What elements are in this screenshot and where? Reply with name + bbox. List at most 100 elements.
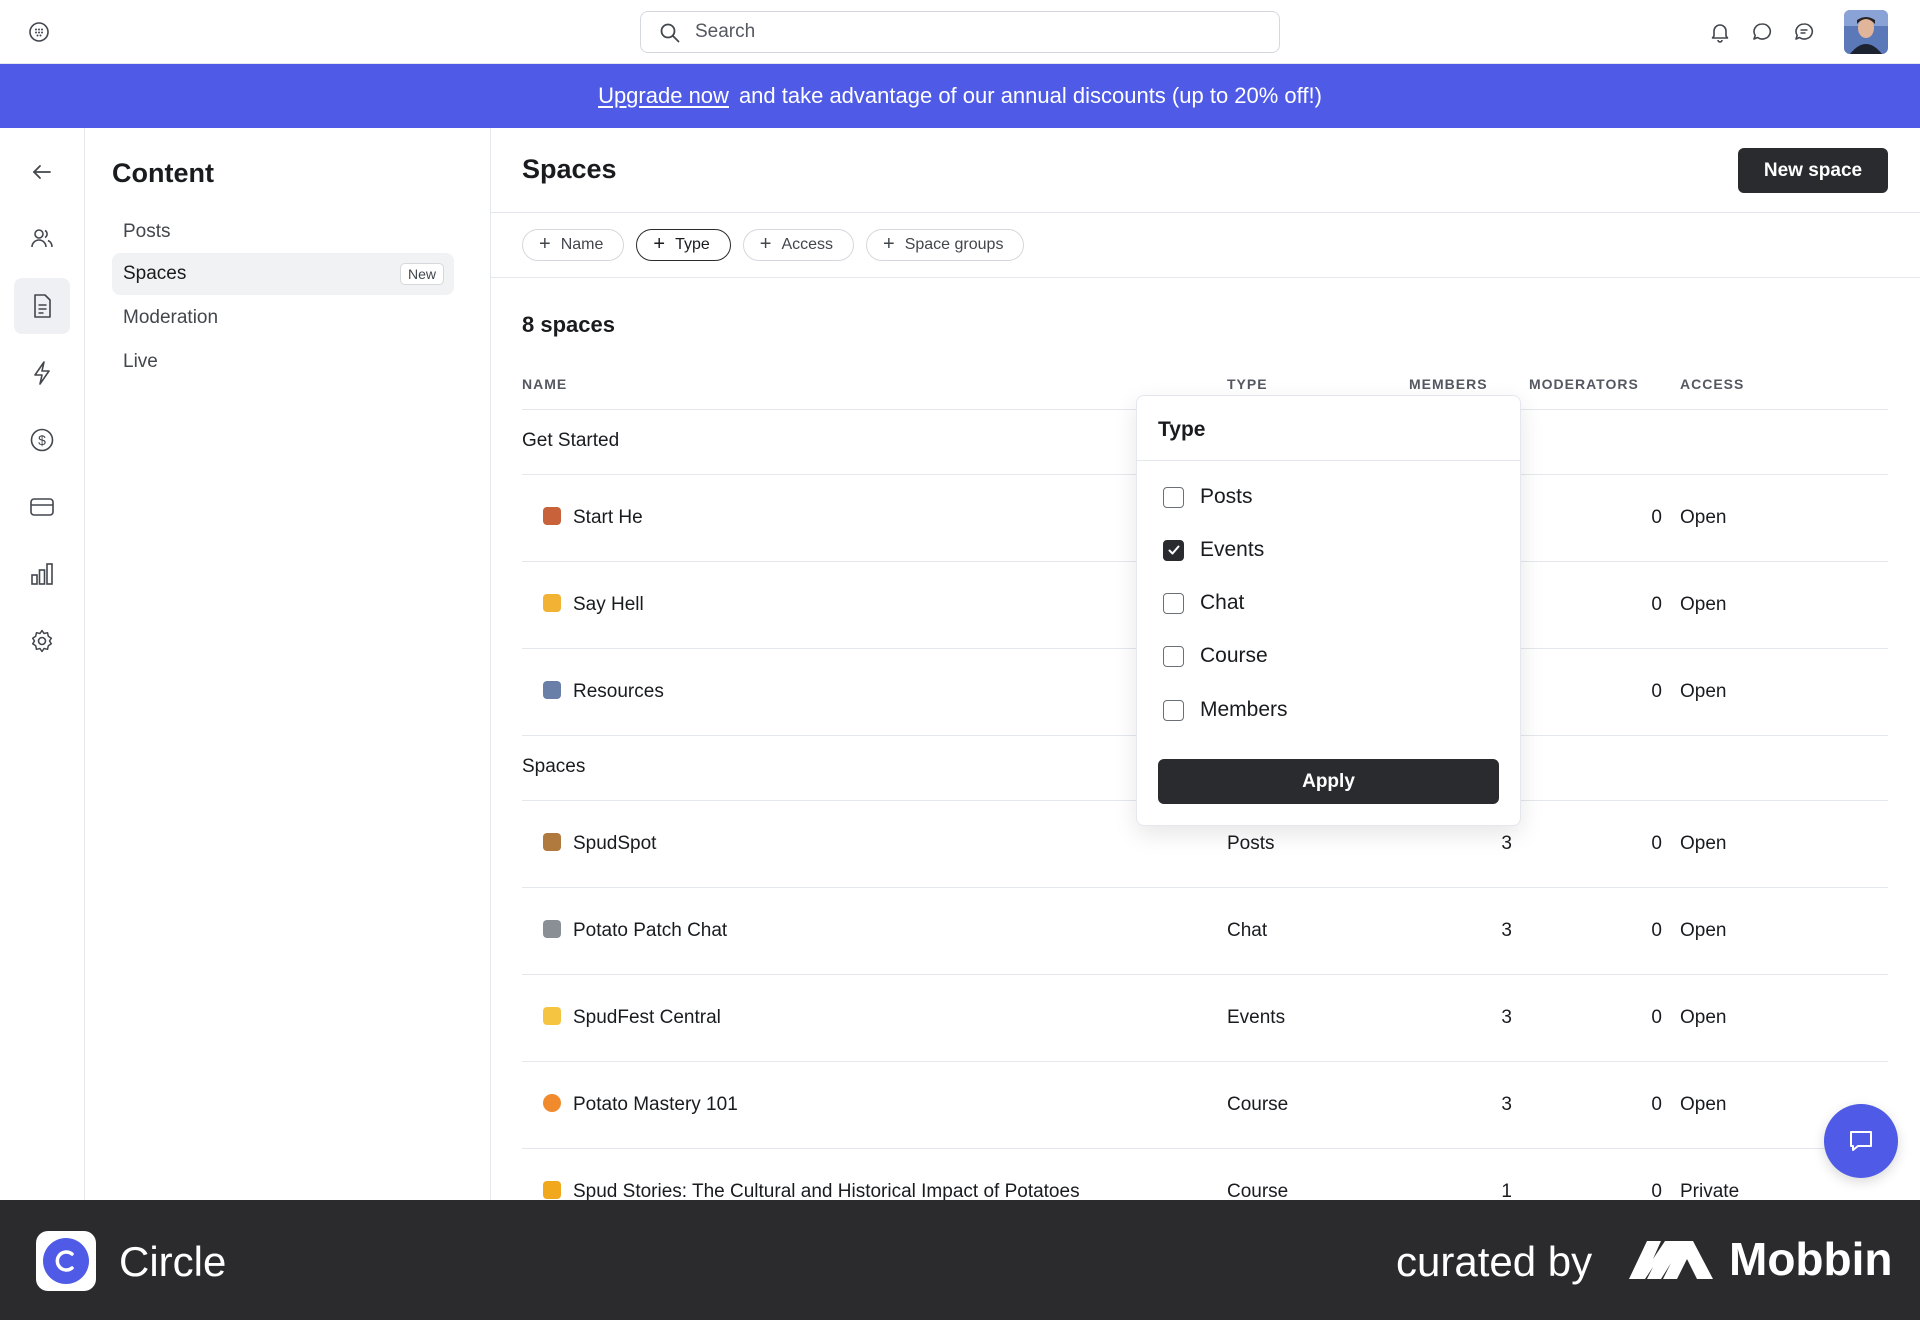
upgrade-link[interactable]: Upgrade now xyxy=(598,83,729,109)
search-box[interactable] xyxy=(640,11,1280,53)
settings-gear-icon[interactable] xyxy=(14,613,70,669)
option-chat[interactable]: Chat xyxy=(1163,591,1244,615)
mobbin-wordmark: Mobbin xyxy=(1729,1233,1893,1285)
new-space-button[interactable]: New space xyxy=(1738,148,1888,193)
option-posts[interactable]: Posts xyxy=(1163,485,1253,509)
messages-icon[interactable] xyxy=(1790,18,1818,46)
column-header-name[interactable]: NAME xyxy=(522,376,567,392)
apply-button[interactable]: Apply xyxy=(1158,759,1499,804)
sparkles-emoji-icon xyxy=(543,1007,561,1025)
chip-label: Access xyxy=(781,236,834,253)
column-header-members[interactable]: MEMBERS xyxy=(1409,376,1488,392)
banner-text: and take advantage of our annual discoun… xyxy=(738,83,1322,108)
option-label: Course xyxy=(1200,644,1268,667)
members-cell: 3 xyxy=(1501,920,1512,941)
filter-space-groups-chip[interactable]: + Space groups xyxy=(866,229,1025,261)
option-members[interactable]: Members xyxy=(1163,698,1288,722)
members-cell: 1 xyxy=(1501,1181,1512,1200)
space-name-cell: Potato Patch Chat xyxy=(543,920,727,942)
house-emoji-icon xyxy=(543,507,561,525)
page-title: Spaces xyxy=(522,154,617,184)
support-chat-button[interactable] xyxy=(1824,1104,1898,1178)
members-cell: 3 xyxy=(1501,1094,1512,1115)
filter-chips: + Name + Type + Access + Space groups xyxy=(522,229,1025,261)
sidebar-item-label: Live xyxy=(123,351,158,372)
space-name-cell: SpudFest Central xyxy=(543,1007,721,1029)
waving-hand-emoji-icon xyxy=(543,594,561,612)
chat-bubble-icon[interactable] xyxy=(1748,18,1776,46)
sidebar-item-label: Posts xyxy=(123,221,171,242)
plus-icon: + xyxy=(759,233,772,255)
table-row[interactable]: Potato Patch Chat Chat 3 0 Open xyxy=(522,888,1888,975)
members-icon[interactable] xyxy=(14,211,70,267)
sidebar-item-live[interactable]: Live xyxy=(112,341,454,383)
group-label: Get Started xyxy=(522,430,620,451)
orange-circle-icon xyxy=(543,1094,561,1112)
filter-access-chip[interactable]: + Access xyxy=(742,229,855,261)
footer: Circle curated by Mobbin xyxy=(0,1200,1920,1320)
access-cell: Open xyxy=(1680,1094,1727,1115)
sidebar-item-spaces[interactable]: Spaces New xyxy=(112,253,454,295)
moderators-cell: 0 xyxy=(1651,681,1662,702)
access-cell: Open xyxy=(1680,833,1727,854)
analytics-chart-icon[interactable] xyxy=(14,546,70,602)
table-row[interactable]: Potato Mastery 101 Course 3 0 Open xyxy=(522,1062,1888,1149)
sidebar-title: Content xyxy=(112,158,214,188)
checkbox-chat[interactable] xyxy=(1163,592,1184,614)
lightning-icon[interactable] xyxy=(14,345,70,401)
back-arrow-icon[interactable] xyxy=(14,144,70,200)
dollar-icon[interactable]: $ xyxy=(14,412,70,468)
sidebar-item-posts[interactable]: Posts xyxy=(112,211,454,253)
chip-label: Type xyxy=(675,236,710,253)
space-name-cell: Start He xyxy=(543,507,643,529)
column-header-access[interactable]: ACCESS xyxy=(1680,376,1744,392)
space-type-cell: Posts xyxy=(1227,833,1275,854)
filter-name-chip[interactable]: + Name xyxy=(522,229,625,261)
checkbox-members[interactable] xyxy=(1163,699,1184,721)
card-icon[interactable] xyxy=(14,479,70,535)
space-type-cell: Chat xyxy=(1227,920,1268,941)
user-avatar[interactable] xyxy=(1844,10,1888,54)
potato-emoji-icon xyxy=(543,833,561,851)
dropdown-title: Type xyxy=(1158,418,1206,441)
community-menu-icon[interactable] xyxy=(28,21,50,43)
space-type-cell: Events xyxy=(1227,1007,1286,1028)
sidebar-item-moderation[interactable]: Moderation xyxy=(112,297,454,339)
checkbox-posts[interactable] xyxy=(1163,486,1184,508)
column-header-type[interactable]: TYPE xyxy=(1227,376,1268,392)
table-row[interactable]: SpudFest Central Events 3 0 Open xyxy=(522,975,1888,1062)
top-actions xyxy=(1706,10,1888,54)
sidebar-item-label: Moderation xyxy=(123,307,219,328)
plus-icon: + xyxy=(539,233,551,255)
svg-text:$: $ xyxy=(38,432,46,448)
table-row[interactable]: Spud Stories: The Cultural and Historica… xyxy=(522,1149,1888,1200)
checkbox-events[interactable] xyxy=(1163,539,1184,561)
spaces-count: 8 spaces xyxy=(522,312,615,337)
top-bar xyxy=(0,0,1920,64)
upgrade-banner: Upgrade now and take advantage of our an… xyxy=(0,64,1920,128)
option-course[interactable]: Course xyxy=(1163,644,1268,668)
orange-square-icon xyxy=(543,1181,561,1199)
access-cell: Open xyxy=(1680,1007,1727,1028)
moderators-cell: 0 xyxy=(1651,833,1662,854)
dropdown-divider xyxy=(1137,460,1520,461)
access-cell: Open xyxy=(1680,920,1727,941)
mobbin-logo: Mobbin xyxy=(1627,1232,1893,1286)
filter-type-chip[interactable]: + Type xyxy=(636,229,731,261)
space-name-cell: Spud Stories: The Cultural and Historica… xyxy=(543,1181,1080,1200)
plus-icon: + xyxy=(653,233,666,255)
option-events[interactable]: Events xyxy=(1163,538,1264,562)
checkbox-course[interactable] xyxy=(1163,645,1184,667)
space-name-cell: Resources xyxy=(543,681,664,703)
bell-icon[interactable] xyxy=(1706,18,1734,46)
column-header-moderators[interactable]: MODERATORS xyxy=(1529,376,1639,392)
search-input[interactable] xyxy=(695,12,1255,52)
book-emoji-icon xyxy=(543,681,561,699)
content-document-icon[interactable] xyxy=(14,278,70,334)
search-icon xyxy=(660,23,680,43)
chip-label: Name xyxy=(560,236,604,253)
new-badge: New xyxy=(399,263,444,285)
access-cell: Private xyxy=(1680,1181,1740,1200)
members-cell: 3 xyxy=(1501,1007,1512,1028)
option-label: Members xyxy=(1200,698,1288,721)
